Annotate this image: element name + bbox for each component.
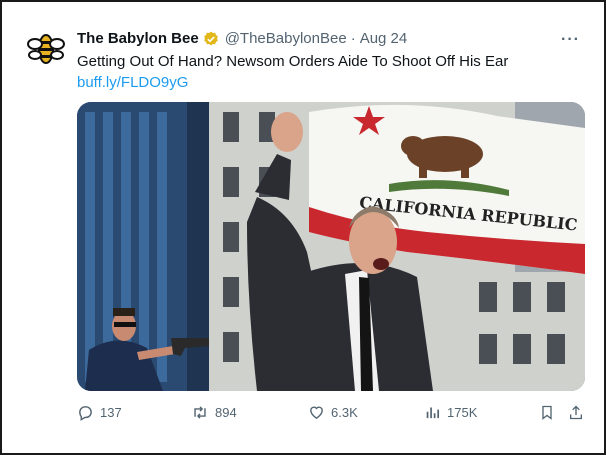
bookmark-icon — [542, 405, 552, 420]
author-handle[interactable]: @TheBabylonBee — [225, 30, 347, 47]
share-button[interactable] — [568, 404, 590, 421]
reply-count: 137 — [100, 405, 122, 420]
reply-button[interactable]: 137 — [77, 404, 122, 421]
share-icon — [570, 405, 582, 420]
tweet-actions: 137 894 6.3K 175K — [77, 404, 585, 424]
tweet-timestamp[interactable]: Aug 24 — [360, 30, 408, 47]
tweet-media[interactable]: CALIFORNIA REPUBLIC — [77, 102, 585, 391]
tweet-link[interactable]: buff.ly/FLDO9yG — [77, 74, 188, 91]
tweet-text: Getting Out Of Hand? Newsom Orders Aide … — [77, 53, 509, 70]
retweet-count: 894 — [215, 405, 237, 420]
bookmark-button[interactable] — [539, 404, 561, 421]
like-icon — [310, 406, 323, 420]
separator-dot: · — [350, 30, 356, 47]
retweet-button[interactable]: 894 — [191, 404, 237, 421]
tweet-header: The Babylon Bee @TheBabylonBee · Aug 24 — [77, 30, 407, 47]
like-button[interactable]: 6.3K — [308, 404, 358, 421]
author-name[interactable]: The Babylon Bee — [77, 30, 199, 47]
reply-icon — [79, 406, 92, 421]
views-icon — [426, 407, 440, 419]
like-count: 6.3K — [331, 405, 358, 420]
media-illustration: CALIFORNIA REPUBLIC — [77, 102, 585, 391]
avatar[interactable] — [26, 29, 66, 69]
tweet-card: The Babylon Bee @TheBabylonBee · Aug 24 … — [0, 0, 606, 455]
retweet-icon — [194, 406, 206, 419]
verified-badge-icon — [203, 31, 218, 45]
views-button[interactable]: 175K — [424, 404, 477, 421]
views-count: 175K — [447, 405, 478, 420]
more-icon[interactable]: ··· — [561, 31, 580, 49]
